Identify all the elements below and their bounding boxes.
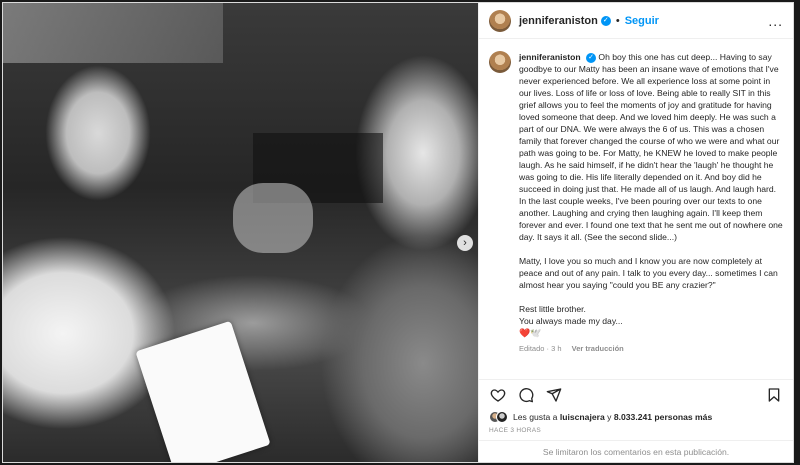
chevron-right-icon: › (463, 236, 467, 249)
comment-icon (519, 387, 534, 402)
edited-label: Editado · 3 h (519, 344, 562, 353)
post-photo[interactable]: › (3, 3, 478, 462)
instagram-post: › jenniferaniston ✓ • Seguir ... jennife… (2, 2, 794, 463)
likes-summary: Les gusta a luiscnajera y 8.033.241 pers… (479, 409, 793, 425)
photo-script-paper (135, 320, 271, 462)
likes-prefix: Les gusta a (513, 412, 560, 422)
bookmark-icon (768, 387, 780, 402)
save-button[interactable] (765, 386, 783, 404)
caption-username[interactable]: jenniferaniston (519, 52, 581, 62)
post-timestamp[interactable]: HACE 3 HORAS (479, 425, 793, 440)
author-username[interactable]: jenniferaniston (519, 15, 598, 27)
caption-text: jenniferaniston ✓ Oh boy this one has cu… (519, 51, 783, 373)
caption-line-day: You always made my day... (519, 316, 623, 326)
liker-avatar (496, 411, 508, 423)
browser-frame: › jenniferaniston ✓ • Seguir ... jennife… (0, 0, 800, 465)
caption-section: jenniferaniston ✓ Oh boy this one has cu… (479, 39, 793, 373)
caption-avatar[interactable] (489, 51, 511, 73)
like-button[interactable] (489, 386, 507, 404)
caption-line-rest: Rest little brother. (519, 304, 586, 314)
more-options-icon[interactable]: ... (768, 13, 783, 29)
next-slide-button[interactable]: › (457, 235, 473, 251)
separator-dot: • (615, 14, 620, 27)
comment-button[interactable] (517, 386, 535, 404)
photo-background-figure (233, 183, 313, 253)
post-header: jenniferaniston ✓ • Seguir ... (479, 3, 793, 39)
heart-icon (490, 388, 506, 402)
post-sidebar: jenniferaniston ✓ • Seguir ... jennifera… (478, 3, 793, 462)
likes-count[interactable]: 8.033.241 personas más (614, 412, 712, 422)
caption-paragraph-2: Matty, I love you so much and I know you… (519, 256, 778, 290)
caption-meta: Editado · 3 h Ver traducción (519, 343, 783, 355)
action-bar (479, 379, 793, 409)
translate-link[interactable]: Ver traducción (572, 344, 624, 353)
likes-text: Les gusta a luiscnajera y 8.033.241 pers… (513, 412, 712, 422)
share-button[interactable] (545, 386, 563, 404)
share-icon (546, 387, 562, 402)
likes-middle: y (604, 412, 614, 422)
avatar[interactable] (489, 9, 511, 32)
verified-badge-icon: ✓ (586, 52, 596, 63)
photo-light-area (3, 3, 223, 63)
comments-disabled-notice: Se limitaron los comentarios en esta pub… (479, 440, 793, 462)
verified-badge-icon: ✓ (600, 15, 611, 26)
caption-paragraph-1: Oh boy this one has cut deep... Having t… (519, 52, 783, 242)
follow-button[interactable]: Seguir (625, 15, 659, 27)
heart-dove-emoji: ❤️🕊️ (519, 328, 542, 338)
liker-username[interactable]: luiscnajera (560, 412, 605, 422)
